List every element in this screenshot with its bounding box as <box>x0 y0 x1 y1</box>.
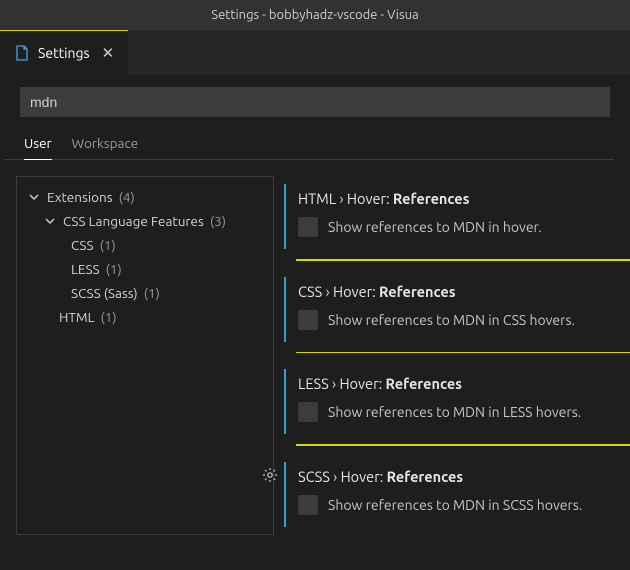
setting-description: Show references to MDN in hover. <box>328 219 542 235</box>
title-bar: Settings - bobbyhadz-vscode - Visua <box>0 0 630 30</box>
search-row <box>0 75 630 125</box>
tree-css-language-features[interactable]: CSS Language Features (3) <box>21 209 269 233</box>
modified-divider <box>296 259 630 261</box>
setting-description: Show references to MDN in CSS hovers. <box>328 312 575 328</box>
tree-count: (4) <box>119 189 135 205</box>
tab-label: Settings <box>38 45 90 61</box>
tree-count: (1) <box>144 285 160 301</box>
settings-list: HTML › Hover: References Show references… <box>278 176 630 535</box>
tree-css[interactable]: CSS (1) <box>21 233 269 257</box>
setting-less-hover-references: LESS › Hover: References Show references… <box>284 369 630 446</box>
tree-label: LESS <box>71 261 100 277</box>
setting-title: SCSS › Hover: References <box>298 468 630 485</box>
scope-tab-user[interactable]: User <box>24 129 52 160</box>
tree-html[interactable]: HTML (1) <box>21 305 269 329</box>
tree-count: (3) <box>210 213 226 229</box>
checkbox[interactable] <box>298 402 318 422</box>
gear-icon[interactable] <box>262 467 278 483</box>
chevron-down-icon <box>27 190 41 204</box>
tree-label: HTML <box>59 309 95 325</box>
setting-html-hover-references: HTML › Hover: References Show references… <box>284 184 630 261</box>
modified-divider <box>296 444 630 446</box>
setting-description: Show references to MDN in SCSS hovers. <box>328 497 582 513</box>
tree-less[interactable]: LESS (1) <box>21 257 269 281</box>
tree-label: SCSS (Sass) <box>71 285 138 301</box>
close-icon[interactable]: ✕ <box>102 44 115 62</box>
chevron-down-icon <box>43 214 57 228</box>
tree-label: Extensions <box>47 189 113 205</box>
tree-count: (1) <box>106 261 122 277</box>
setting-scss-hover-references: SCSS › Hover: References Show references… <box>284 462 630 527</box>
setting-description: Show references to MDN in LESS hovers. <box>328 404 581 420</box>
scope-tab-workspace[interactable]: Workspace <box>72 129 139 159</box>
window-title: Settings - bobbyhadz-vscode - Visua <box>211 8 418 22</box>
tree-label: CSS Language Features <box>63 213 204 229</box>
tree-count: (1) <box>101 309 117 325</box>
scope-tabs: User Workspace <box>4 125 614 160</box>
main-area: Extensions (4) CSS Language Features (3)… <box>0 160 630 535</box>
checkbox[interactable] <box>298 310 318 330</box>
tree-count: (1) <box>100 237 116 253</box>
settings-search-input[interactable] <box>20 87 610 117</box>
setting-title: LESS › Hover: References <box>298 375 630 392</box>
tree-label: CSS <box>71 237 94 253</box>
tab-settings[interactable]: Settings ✕ <box>0 30 128 75</box>
tree-extensions[interactable]: Extensions (4) <box>21 185 269 209</box>
tab-bar: Settings ✕ <box>0 30 630 75</box>
settings-file-icon <box>14 45 30 61</box>
settings-tree: Extensions (4) CSS Language Features (3)… <box>16 176 274 535</box>
setting-css-hover-references: CSS › Hover: References Show references … <box>284 277 630 354</box>
checkbox[interactable] <box>298 495 318 515</box>
checkbox[interactable] <box>298 217 318 237</box>
setting-title: HTML › Hover: References <box>298 190 630 207</box>
tree-scss[interactable]: SCSS (Sass) (1) <box>21 281 269 305</box>
modified-divider <box>296 352 630 354</box>
setting-title: CSS › Hover: References <box>298 283 630 300</box>
